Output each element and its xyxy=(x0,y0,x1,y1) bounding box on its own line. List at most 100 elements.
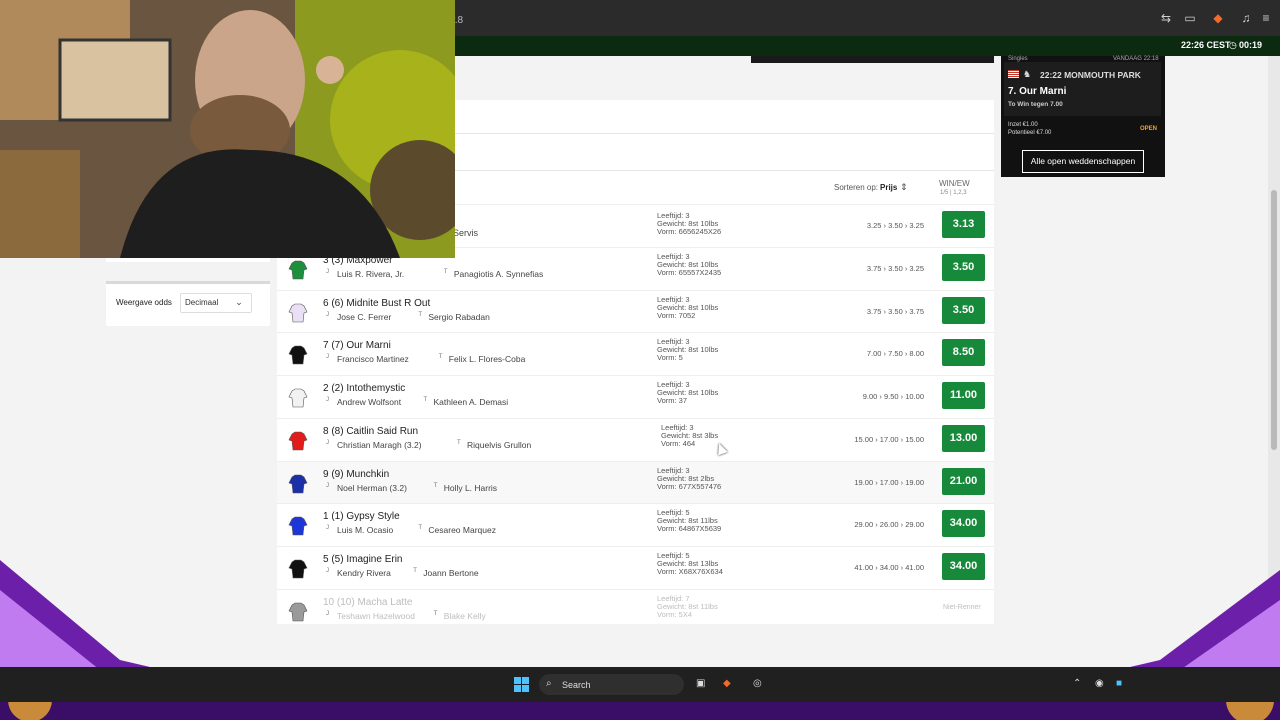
trainer-name: Felix L. Flores-Coba xyxy=(448,354,526,364)
horse-racing-icon: ♞ xyxy=(1023,69,1032,79)
horse-name[interactable]: 8 (8) Caitlin Said Run xyxy=(323,426,418,437)
file-explorer-icon[interactable]: ▣ xyxy=(696,678,705,689)
jockey-silk-shape xyxy=(288,516,308,536)
jockey-name: Andrew Wolfsont xyxy=(337,397,402,407)
jockey-silk-icon xyxy=(288,474,308,494)
runner-stat: Vorm: 464 xyxy=(661,439,696,448)
horse-name[interactable]: 1 (1) Gypsy Style xyxy=(323,511,400,522)
cast-icon[interactable]: ▭ xyxy=(1183,11,1197,25)
runner-stat: Vorm: 677X557476 xyxy=(657,482,722,491)
price-history: 3.75 › 3.50 › 3.25 xyxy=(866,264,924,273)
runner-stat: Vorm: 64867X5639 xyxy=(657,524,722,533)
trainer-badge: T xyxy=(418,312,423,318)
jockey-badge: J xyxy=(326,440,329,446)
price-history: 15.00 › 17.00 › 15.00 xyxy=(854,435,924,444)
runner-stat: Vorm: 6656245X26 xyxy=(657,227,722,236)
jockey-badge: J xyxy=(326,483,329,489)
column-header-terms: 1/5 | 1,2,3 xyxy=(940,190,967,196)
jockey-badge: J xyxy=(326,525,329,531)
bet-market: To Win tegen 7.00 xyxy=(1008,101,1063,108)
app-icon[interactable]: ◎ xyxy=(753,678,762,689)
trainer-name: Sergio Rabadan xyxy=(428,312,490,322)
jockey-badge: J xyxy=(326,312,329,318)
discord-icon[interactable]: ◉ xyxy=(1095,678,1104,689)
jockey-name: Christian Maragh (3.2) xyxy=(337,440,422,450)
runner-stat: Vorm: 37 xyxy=(657,396,688,405)
webcam-feed xyxy=(0,0,455,258)
odds-button[interactable]: 21.00 xyxy=(942,468,985,495)
chevron-up-icon[interactable]: ⌃ xyxy=(1073,678,1081,689)
windows-start-icon[interactable] xyxy=(514,677,529,692)
trainer-name: Holly L. Harris xyxy=(443,483,498,493)
jockey-silk-shape xyxy=(288,431,308,451)
bet-stake: Inzet €1.00 xyxy=(1008,122,1038,128)
odds-format-value: Decimaal xyxy=(185,298,219,307)
odds-button[interactable]: 34.00 xyxy=(942,510,985,537)
sort-icon[interactable]: ⇕ xyxy=(900,182,908,193)
webcam-overlay xyxy=(0,0,455,258)
us-flag-icon xyxy=(1008,70,1019,78)
jockey-silk-icon xyxy=(288,260,308,280)
odds-button[interactable]: 13.00 xyxy=(942,425,985,452)
search-icon: ⌕ xyxy=(546,678,552,689)
media-icon[interactable]: ♫ xyxy=(1239,11,1253,25)
odds-button[interactable]: 3.50 xyxy=(942,254,985,281)
header-band xyxy=(751,56,994,63)
runner-stat: Vorm: 7052 xyxy=(657,311,696,320)
trainer-name: Panagiotis A. Synnefias xyxy=(453,269,544,279)
jockey-silk-shape xyxy=(288,474,308,494)
menu-icon[interactable]: ≡ xyxy=(1259,11,1273,25)
trainer-badge: T xyxy=(433,483,438,489)
odds-button[interactable]: 3.50 xyxy=(942,297,985,324)
price-history: 19.00 › 17.00 › 19.00 xyxy=(854,478,924,487)
jockey-silk-shape xyxy=(288,345,308,365)
brave-browser-icon[interactable]: ◆ xyxy=(723,678,731,689)
open-bets-button[interactable]: Alle open weddenschappen xyxy=(1022,150,1144,173)
trainer-badge: T xyxy=(438,354,443,360)
horse-name[interactable]: 9 (9) Munchkin xyxy=(323,469,389,480)
price-history: 29.00 › 26.00 › 29.00 xyxy=(854,520,924,529)
translate-icon[interactable]: ⇆ xyxy=(1159,11,1173,25)
clock-text: 22:26 CEST xyxy=(1181,40,1231,50)
jockey-badge: J xyxy=(326,397,329,403)
column-header-win-ew: WIN/EW xyxy=(939,179,970,188)
chevron-down-icon[interactable]: ⌄ xyxy=(229,294,249,311)
price-history: 3.75 › 3.50 › 3.75 xyxy=(866,307,924,316)
bet-status-badge: OPEN xyxy=(1140,126,1158,132)
jockey-silk-icon xyxy=(288,431,308,451)
runner-stat: Vorm: 65557X2435 xyxy=(657,268,722,277)
odds-button[interactable]: 3.13 xyxy=(942,211,985,238)
jockey-silk-shape xyxy=(288,260,308,280)
jockey-name: Noel Herman (3.2) xyxy=(337,483,407,493)
bet-race: 22:22 MONMOUTH PARK xyxy=(1040,70,1141,80)
horse-name[interactable]: 2 (2) Intothemystic xyxy=(323,383,405,394)
trainer-name: Cesareo Marquez xyxy=(428,525,496,535)
jockey-silk-icon xyxy=(288,388,308,408)
horse-name[interactable]: 7 (7) Our Marni xyxy=(323,340,391,351)
taskbar-search-box[interactable] xyxy=(539,674,684,695)
jockey-silk-icon xyxy=(288,345,308,365)
trainer-badge: T xyxy=(423,397,428,403)
tray-app-icon[interactable]: ■ xyxy=(1116,678,1122,689)
sort-select[interactable]: Prijs xyxy=(880,183,897,192)
brave-shield-icon[interactable]: ◆ xyxy=(1211,11,1225,25)
odds-button[interactable]: 8.50 xyxy=(942,339,985,366)
trainer-badge: T xyxy=(443,269,448,275)
runner-stat: Vorm: 5 xyxy=(657,353,683,362)
jockey-silk-shape xyxy=(288,303,308,323)
trainer-badge: T xyxy=(457,440,461,446)
jockey-silk-icon xyxy=(288,516,308,536)
odds-button[interactable]: 11.00 xyxy=(942,382,985,409)
trainer-name: Riquelvis Grullon xyxy=(467,440,532,450)
odds-format-label: Weergave odds xyxy=(116,298,172,307)
jockey-name: Francisco Martinez xyxy=(337,354,409,364)
bet-potential-return: Potentieel €7.00 xyxy=(1008,130,1052,136)
session-timer: 00:19 xyxy=(1239,40,1263,50)
page-scroll-thumb[interactable] xyxy=(1271,190,1277,450)
horse-name[interactable]: 6 (6) Midnite Bust R Out xyxy=(323,298,430,309)
jockey-badge: J xyxy=(326,354,329,360)
jockey-name: Jose C. Ferrer xyxy=(337,312,392,322)
price-history: 3.25 › 3.50 › 3.25 xyxy=(866,221,924,230)
trainer-badge: T xyxy=(418,525,423,531)
jockey-name: Luis R. Rivera, Jr. xyxy=(337,269,405,279)
